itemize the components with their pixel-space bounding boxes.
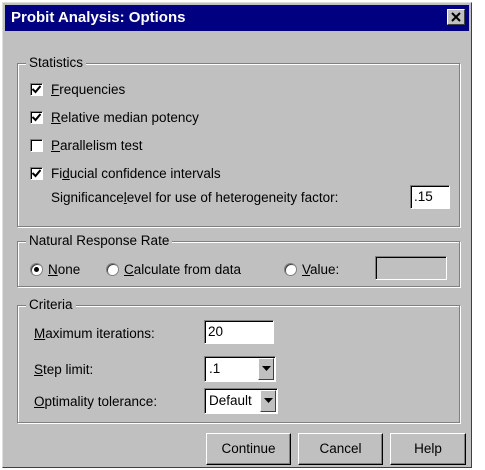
step-limit-dropdown-button[interactable]: [258, 358, 274, 380]
checkmark-icon: [32, 85, 41, 94]
calculate-label: Calculate from data: [124, 262, 242, 277]
optimality-tolerance-label: Optimality tolerance:: [34, 394, 158, 409]
optimality-tolerance-dropdown[interactable]: Default: [204, 388, 278, 414]
none-radio[interactable]: [30, 263, 43, 276]
fiducial-intervals-option[interactable]: Fiducial confidence intervals: [30, 166, 221, 181]
checkmark-icon: [32, 169, 41, 178]
criteria-legend: Criteria: [26, 297, 76, 313]
chevron-down-icon: [262, 366, 271, 371]
close-button[interactable]: [447, 9, 465, 25]
parallelism-test-checkbox[interactable]: [30, 139, 43, 152]
max-iterations-label: Maximum iterations:: [34, 326, 155, 341]
statistics-legend: Statistics: [26, 55, 87, 71]
optimality-tolerance-value: Default: [209, 393, 252, 408]
statistics-group: Statistics Frequencies Relative median p…: [17, 55, 460, 227]
window-title: Probit Analysis: Options: [11, 9, 186, 26]
value-label: Value:: [302, 262, 340, 277]
step-limit-label: Step limit:: [34, 362, 94, 377]
none-label: None: [48, 262, 81, 277]
step-limit-value: .1: [209, 361, 221, 376]
parallelism-test-option[interactable]: Parallelism test: [30, 138, 143, 153]
max-iterations-input[interactable]: 20: [204, 320, 274, 344]
cancel-button[interactable]: Cancel: [298, 433, 383, 465]
significance-level-input[interactable]: .15: [410, 185, 450, 209]
help-button[interactable]: Help: [390, 433, 466, 465]
optimality-tolerance-dropdown-button[interactable]: [260, 390, 276, 412]
significance-level-label: Significance l evel for use of heterogene…: [51, 190, 339, 205]
value-option[interactable]: Value:: [284, 262, 339, 277]
parallelism-test-label: Parallelism test: [51, 138, 143, 153]
title-bar[interactable]: Probit Analysis: Options: [5, 5, 469, 31]
relative-median-potency-checkbox[interactable]: [30, 111, 43, 124]
close-icon: [451, 12, 461, 22]
options-dialog: Probit Analysis: Options Statistics Freq…: [2, 2, 472, 468]
calculate-radio[interactable]: [106, 263, 119, 276]
none-option[interactable]: None: [30, 262, 80, 277]
chevron-down-icon: [264, 398, 273, 403]
frequencies-label: Frequencies: [51, 82, 126, 97]
step-limit-dropdown[interactable]: .1: [204, 356, 276, 382]
relative-median-potency-label: Relative median potency: [51, 110, 199, 125]
natural-response-group: Natural Response Rate None Calculate fro…: [17, 233, 460, 287]
value-input[interactable]: [375, 256, 447, 280]
checkmark-icon: [32, 113, 41, 122]
criteria-group: Criteria Maximum iterations: 20 Step lim…: [17, 297, 460, 423]
natural-response-legend: Natural Response Rate: [26, 233, 173, 249]
fiducial-intervals-checkbox[interactable]: [30, 167, 43, 180]
continue-button[interactable]: Continue: [206, 433, 291, 465]
radio-dot: [34, 267, 39, 272]
relative-median-potency-option[interactable]: Relative median potency: [30, 110, 199, 125]
frequencies-checkbox[interactable]: [30, 83, 43, 96]
frequencies-option[interactable]: Frequencies: [30, 82, 125, 97]
value-radio[interactable]: [284, 263, 297, 276]
fiducial-intervals-label: Fiducial confidence intervals: [51, 166, 221, 181]
calculate-option[interactable]: Calculate from data: [106, 262, 241, 277]
